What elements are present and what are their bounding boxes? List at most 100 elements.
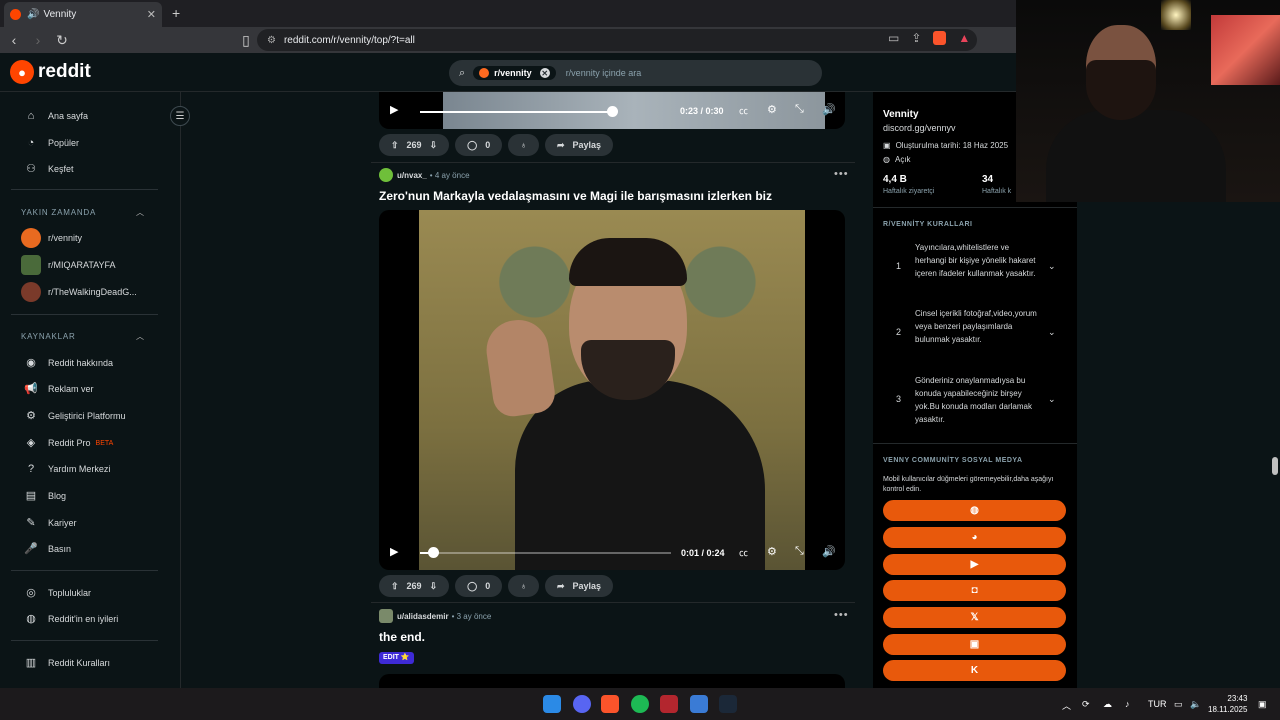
post-title[interactable]: Zero'nun Markayla vedalaşmasını ve Magi … xyxy=(379,189,772,203)
sidebar-item-vennity[interactable]: r/vennity xyxy=(21,228,82,248)
instagram-button[interactable]: ◘ xyxy=(883,580,1066,601)
search-bar[interactable]: ⌕ r/vennity ✕ r/vennity içinde ara xyxy=(449,60,822,86)
collapse-sidebar-button[interactable]: ☰ xyxy=(170,106,190,126)
tray-app-icon[interactable]: ⟳ xyxy=(1082,699,1090,710)
progress-knob[interactable] xyxy=(607,106,618,117)
sidebar-item-twd[interactable]: r/TheWalkingDeadG... xyxy=(21,282,137,302)
bookmark-icon[interactable]: ▯ xyxy=(236,32,256,49)
discord-button[interactable]: ◕ xyxy=(883,527,1066,548)
chevron-down-icon[interactable]: ⌄ xyxy=(1048,327,1056,338)
post-options-icon[interactable]: ••• xyxy=(834,609,849,621)
downvote-icon[interactable]: ⇩ xyxy=(430,581,438,592)
user-avatar[interactable] xyxy=(379,609,393,623)
sidebar-item-explore[interactable]: ⚇ Keşfet xyxy=(24,162,73,176)
notification-icon[interactable]: ▣ xyxy=(1258,699,1267,710)
network-icon[interactable]: ▭ xyxy=(1174,699,1183,710)
sidebar-item-press[interactable]: 🎤 Basın xyxy=(24,542,71,556)
play-icon[interactable]: ▶ xyxy=(390,545,398,558)
settings-icon[interactable]: ⚙ xyxy=(767,545,777,558)
sidebar-item-home[interactable]: ⌂ Ana sayfa xyxy=(24,109,88,123)
expand-icon[interactable]: ⤡ xyxy=(795,103,804,116)
upvote-icon[interactable]: ⇧ xyxy=(391,581,399,592)
sidebar-item-rules[interactable]: ▥ Reddit Kuralları xyxy=(24,656,110,670)
steam-app-icon[interactable] xyxy=(719,695,737,713)
post-title[interactable]: the end. xyxy=(379,630,425,644)
website-button[interactable]: ◍ xyxy=(883,500,1066,521)
chevron-down-icon[interactable]: ⌄ xyxy=(1048,261,1056,272)
chevron-down-icon[interactable]: ⌄ xyxy=(1048,394,1056,405)
brave-app-icon[interactable] xyxy=(601,695,619,713)
captions-icon[interactable]: ㏄ xyxy=(739,546,748,559)
back-icon[interactable]: ‹ xyxy=(4,32,24,48)
sidebar-item-developer[interactable]: ⚙ Geliştirici Platformu xyxy=(24,409,125,423)
captions-icon[interactable]: ㏄ xyxy=(739,104,748,117)
microphone-icon[interactable]: ♪ xyxy=(1125,699,1130,709)
brave-shields-icon[interactable] xyxy=(933,31,947,45)
chip-remove-icon[interactable]: ✕ xyxy=(539,68,550,78)
progress-knob[interactable] xyxy=(428,547,439,558)
chevron-up-icon[interactable]: ︿ xyxy=(136,331,144,342)
tab-close-icon[interactable]: ✕ xyxy=(147,8,156,21)
rule-item[interactable]: 1 Yayıncılara,whitelistlere ve herhangi … xyxy=(878,241,1068,297)
language-indicator[interactable]: TUR xyxy=(1148,699,1167,709)
cast-icon[interactable]: ▭ xyxy=(888,31,899,45)
post-author[interactable]: u/alidasdemir xyxy=(397,612,449,621)
site-settings-icon[interactable]: ⚙ xyxy=(267,35,276,46)
comments-button[interactable]: ◯ 0 xyxy=(455,575,503,597)
post-options-icon[interactable]: ••• xyxy=(834,168,849,180)
settings-icon[interactable]: ⚙ xyxy=(767,103,777,116)
expand-icon[interactable]: ⤡ xyxy=(795,545,804,558)
system-clock[interactable]: 23:43 18.11.2025 xyxy=(1208,693,1247,715)
windows-start-icon[interactable] xyxy=(543,695,561,713)
post-author[interactable]: u/nvax_ xyxy=(397,171,427,180)
rule-item[interactable]: 3 Gönderiniz onaylanmadıysa bu konuda ya… xyxy=(878,374,1068,430)
video-player-top[interactable]: ▶ 0:23 / 0:30 ㏄ ⚙ ⤡ 🔊 xyxy=(379,92,845,129)
sidebar-item-reddit-pro[interactable]: ◈ Reddit Pro BETA xyxy=(24,436,114,450)
sidebar-item-popular[interactable]: ◔ Popüler xyxy=(24,136,79,150)
video-player[interactable]: ▶ 0:01 / 0:24 ㏄ ⚙ ⤡ 🔊 xyxy=(379,210,845,570)
progress-track[interactable] xyxy=(420,552,671,554)
page-scrollbar[interactable] xyxy=(1270,202,1280,688)
chevron-up-icon[interactable]: ︿ xyxy=(136,207,144,218)
tray-overflow-icon[interactable]: ︿ xyxy=(1062,699,1071,712)
discord-app-icon[interactable] xyxy=(573,695,591,713)
award-button[interactable]: ♁ xyxy=(508,575,539,597)
youtube-button[interactable]: ▶ xyxy=(883,554,1066,575)
scrollbar-thumb[interactable] xyxy=(1272,457,1278,475)
x-button[interactable]: 𝕏 xyxy=(883,607,1066,628)
spotify-app-icon[interactable] xyxy=(631,695,649,713)
twitch-button[interactable]: ▣ xyxy=(883,634,1066,655)
downvote-icon[interactable]: ⇩ xyxy=(430,140,438,151)
reload-icon[interactable]: ↻ xyxy=(52,32,72,49)
upvote-icon[interactable]: ⇧ xyxy=(391,140,399,151)
volume-icon[interactable]: 🔊 xyxy=(822,103,836,116)
sidebar-item-blog[interactable]: ▤ Blog xyxy=(24,489,66,503)
award-button[interactable]: ♁ xyxy=(508,134,539,156)
brave-rewards-icon[interactable]: ▲ xyxy=(958,31,970,45)
comments-button[interactable]: ◯ 0 xyxy=(455,134,503,156)
volume-icon[interactable]: 🔈 xyxy=(1190,699,1201,710)
video-player-next[interactable] xyxy=(379,674,845,688)
share-button[interactable]: ➦ Paylaş xyxy=(544,575,614,597)
browser-tab[interactable]: 🔊 Vennity ✕ xyxy=(4,2,162,27)
rule-item[interactable]: 2 Cinsel içerikli fotoğraf,video,yorum v… xyxy=(878,307,1068,363)
volume-icon[interactable]: 🔊 xyxy=(822,545,836,558)
sidebar-item-best-of[interactable]: ◍ Reddit'in en iyileri xyxy=(24,612,118,626)
sidebar-item-communities[interactable]: ◎ Topluluklar xyxy=(24,586,91,600)
sidebar-item-help[interactable]: ? Yardım Merkezi xyxy=(24,462,110,476)
cloud-icon[interactable]: ☁ xyxy=(1103,699,1112,710)
share-button[interactable]: ➦ Paylaş xyxy=(544,134,614,156)
sidebar-item-miqaratayfa[interactable]: r/MIQARATAYFA xyxy=(21,255,116,275)
post-flair[interactable]: EDIT ⭐ xyxy=(379,652,414,664)
new-tab-button[interactable]: + xyxy=(172,5,180,21)
search-input[interactable]: r/vennity içinde ara xyxy=(566,68,642,78)
kick-button[interactable]: K xyxy=(883,660,1066,681)
address-bar[interactable]: ⚙ reddit.com/r/vennity/top/?t=all xyxy=(257,29,977,51)
user-avatar[interactable] xyxy=(379,168,393,182)
share-icon[interactable]: ⇪ xyxy=(911,31,921,45)
community-link[interactable]: discord.gg/vennyv xyxy=(883,123,956,133)
network-app-icon[interactable] xyxy=(690,695,708,713)
sidebar-item-advertise[interactable]: 📢 Reklam ver xyxy=(24,382,93,396)
play-icon[interactable]: ▶ xyxy=(390,103,398,116)
reddit-logo[interactable]: ● reddit xyxy=(10,60,91,84)
